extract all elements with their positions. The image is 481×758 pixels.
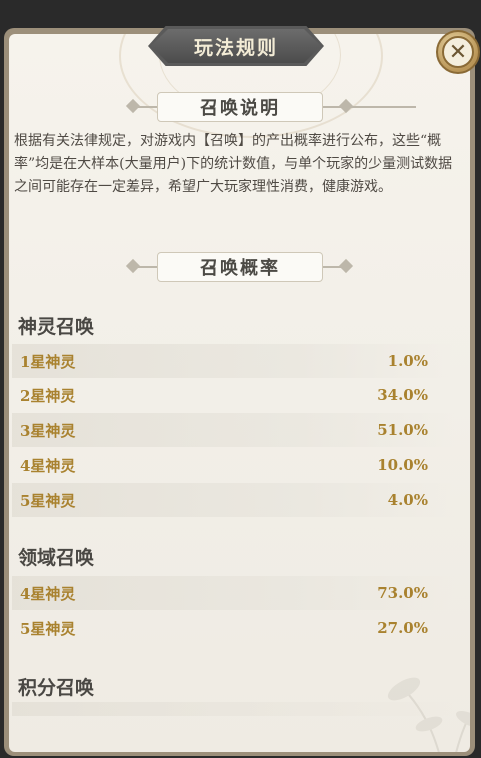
group-title-points-summon: 积分召唤: [18, 677, 95, 699]
section-title-summon-info: 召唤说明: [157, 92, 323, 122]
group-title-deity-summon: 神灵召唤: [18, 316, 95, 338]
rate-row: 4星神灵 10.0%: [12, 448, 454, 482]
rate-row: 5星神灵 4.0%: [12, 483, 454, 517]
rate-value: 73.0%: [377, 584, 428, 602]
rate-value: 10.0%: [377, 456, 428, 474]
divider-diamond: [125, 258, 141, 274]
rate-label: 1星神灵: [20, 352, 76, 371]
rate-value: 1.0%: [387, 352, 428, 370]
rate-row: 2星神灵 34.0%: [12, 378, 454, 412]
rate-label: 2星神灵: [20, 386, 76, 405]
rate-value: 27.0%: [377, 619, 428, 637]
group-title-domain-summon: 领域召唤: [18, 547, 95, 569]
rate-label: 4星神灵: [20, 584, 76, 603]
divider-diamond: [125, 98, 141, 114]
rate-label: 5星神灵: [20, 619, 76, 638]
divider-line: [350, 106, 416, 108]
rate-label: 4星神灵: [20, 456, 76, 475]
divider-diamond: [338, 258, 354, 274]
rate-row: 1星神灵 1.0%: [12, 344, 454, 378]
rate-row-partial: [12, 702, 454, 716]
dialog-title: 玩法规则: [151, 29, 321, 63]
rate-value: 4.0%: [387, 491, 428, 509]
rate-row: 3星神灵 51.0%: [12, 413, 454, 447]
section-header-summon-rates: 召唤概率: [0, 252, 481, 282]
summon-info-description: 根据有关法律规定，对游戏内【召唤】的产出概率进行公布，这些“概率”均是在大样本(…: [14, 133, 453, 195]
close-button[interactable]: ✕: [436, 30, 480, 74]
rate-value: 51.0%: [377, 421, 428, 439]
rate-row: 4星神灵 73.0%: [12, 576, 454, 610]
section-header-summon-info: 召唤说明: [0, 92, 481, 122]
rate-label: 3星神灵: [20, 421, 76, 440]
rate-value: 34.0%: [377, 386, 428, 404]
rate-row: 5星神灵 27.0%: [12, 611, 454, 645]
section-title-summon-rates: 召唤概率: [157, 252, 323, 282]
close-icon: ✕: [442, 36, 474, 68]
rate-label: 5星神灵: [20, 491, 76, 510]
